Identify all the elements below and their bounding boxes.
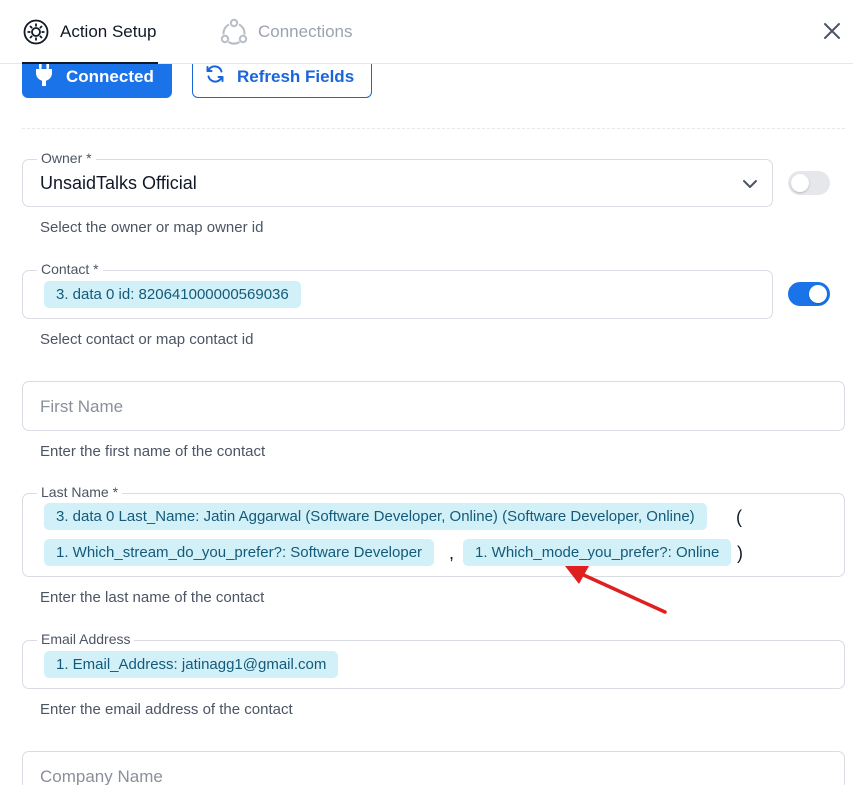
- close-paren: ): [737, 543, 743, 563]
- refresh-icon: [205, 64, 225, 89]
- toggle-knob: [809, 285, 827, 303]
- company-name-field[interactable]: Company Name: [22, 751, 845, 785]
- contact-mapped-pill[interactable]: 3. data 0 id: 820641000000569036: [44, 281, 301, 308]
- last-name-pill-stream[interactable]: 1. Which_stream_do_you_prefer?: Software…: [44, 539, 435, 566]
- chevron-down-icon[interactable]: [742, 177, 758, 189]
- divider: [22, 128, 845, 129]
- plug-icon: [34, 62, 54, 91]
- email-help: Enter the email address of the contact: [40, 701, 293, 718]
- header: Action Setup Connections: [0, 0, 853, 64]
- last-name-pill-lastname[interactable]: 3. data 0 Last_Name: Jatin Aggarwal (Sof…: [44, 503, 707, 530]
- contact-map-toggle[interactable]: [788, 282, 830, 306]
- owner-label: Owner *: [37, 150, 96, 166]
- connections-icon: [220, 18, 248, 46]
- refresh-fields-label: Refresh Fields: [237, 66, 355, 86]
- gear-icon: [22, 18, 50, 46]
- connected-label: Connected: [66, 66, 154, 86]
- last-name-label: Last Name *: [37, 484, 123, 500]
- close-icon[interactable]: [821, 20, 843, 42]
- first-name-help: Enter the first name of the contact: [40, 443, 266, 460]
- contact-help: Select contact or map contact id: [40, 331, 254, 348]
- owner-help: Select the owner or map owner id: [40, 219, 264, 236]
- email-mapped-pill[interactable]: 1. Email_Address: jatinagg1@gmail.com: [44, 651, 339, 678]
- company-name-placeholder: Company Name: [40, 767, 163, 785]
- email-field[interactable]: Email Address 1. Email_Address: jatinagg…: [22, 631, 845, 689]
- tab-connections[interactable]: Connections: [220, 0, 353, 64]
- tab-label: Action Setup: [60, 22, 157, 41]
- contact-label: Contact *: [37, 261, 103, 277]
- last-name-help: Enter the last name of the contact: [40, 589, 265, 606]
- owner-select[interactable]: Owner * UnsaidTalks Official: [22, 150, 773, 207]
- contact-field[interactable]: Contact * 3. data 0 id: 8206410000005690…: [22, 261, 773, 319]
- owner-map-toggle[interactable]: [788, 171, 830, 195]
- first-name-placeholder: First Name: [40, 397, 124, 416]
- last-name-pill-mode[interactable]: 1. Which_mode_you_prefer?: Online: [463, 539, 732, 566]
- toggle-knob: [791, 174, 809, 192]
- tab-action-setup[interactable]: Action Setup: [22, 0, 159, 64]
- first-name-field[interactable]: First Name: [22, 381, 845, 431]
- tab-label: Connections: [258, 22, 353, 41]
- email-label: Email Address: [37, 631, 135, 647]
- owner-value: UnsaidTalks Official: [40, 173, 197, 193]
- comma: ,: [449, 543, 455, 563]
- last-name-field[interactable]: Last Name * 3. data 0 Last_Name: Jatin A…: [22, 484, 845, 577]
- open-paren: (: [736, 507, 742, 527]
